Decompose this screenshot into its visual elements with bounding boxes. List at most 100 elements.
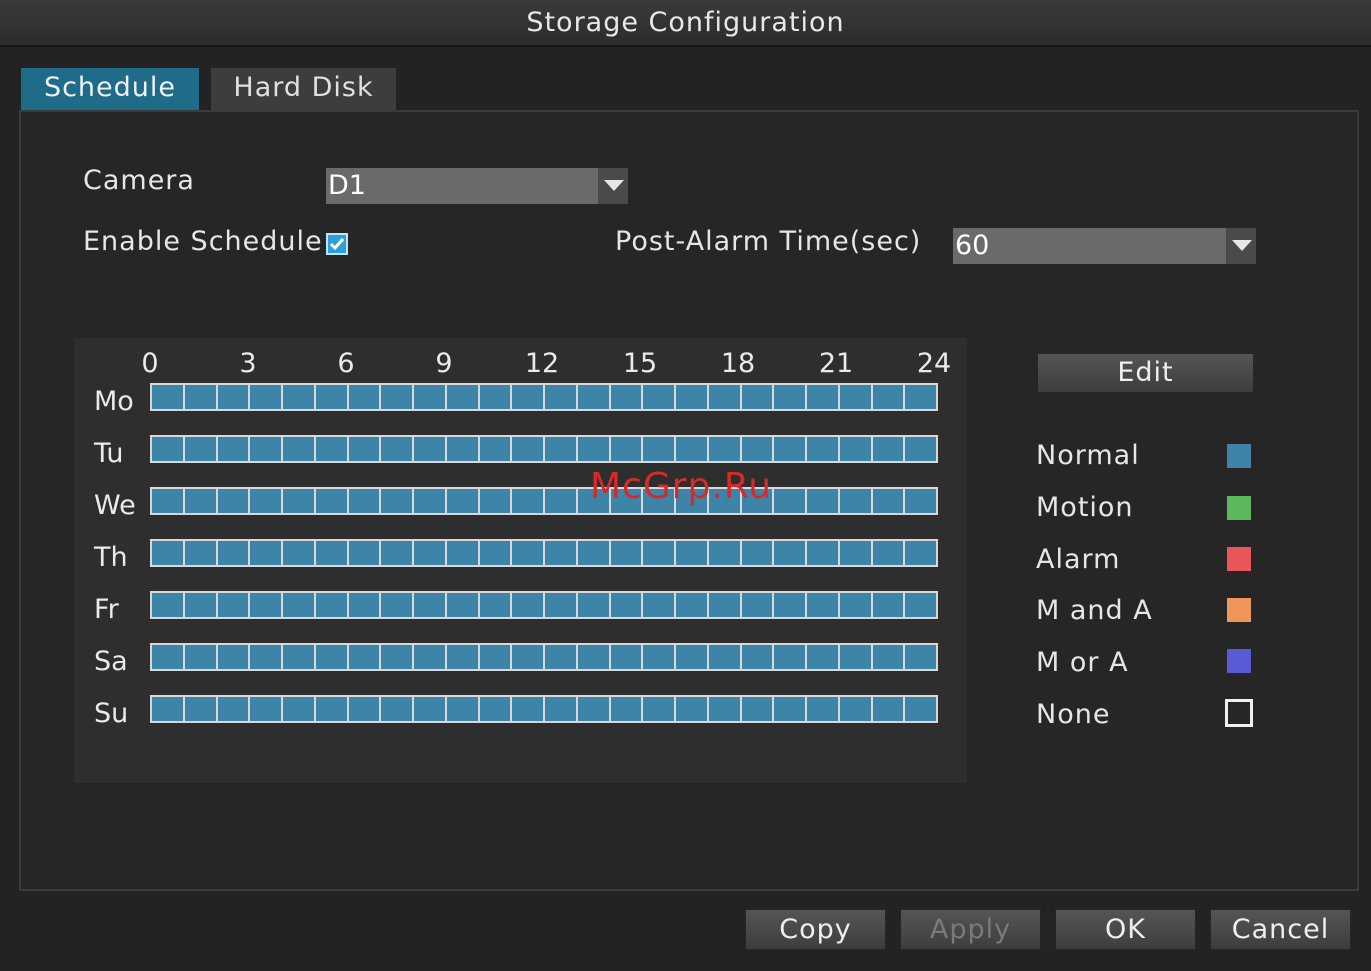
hour-cell[interactable] xyxy=(185,437,218,461)
hour-cell[interactable] xyxy=(807,697,840,721)
hour-cell[interactable] xyxy=(152,697,185,721)
hour-cell[interactable] xyxy=(381,697,414,721)
tab-hard-disk[interactable]: Hard Disk xyxy=(211,68,396,110)
hour-cell[interactable] xyxy=(578,593,611,617)
hour-cell[interactable] xyxy=(349,541,382,565)
hour-cell[interactable] xyxy=(578,437,611,461)
hour-cell[interactable] xyxy=(414,645,447,669)
hour-cell[interactable] xyxy=(447,437,480,461)
hour-cell[interactable] xyxy=(742,437,775,461)
hour-cell[interactable] xyxy=(218,437,251,461)
hour-cell[interactable] xyxy=(611,541,644,565)
hour-cell[interactable] xyxy=(742,385,775,409)
hour-cell[interactable] xyxy=(873,645,906,669)
hour-cell[interactable] xyxy=(512,541,545,565)
hour-cell[interactable] xyxy=(480,489,513,513)
hour-cell[interactable] xyxy=(218,489,251,513)
hour-cell[interactable] xyxy=(447,489,480,513)
hour-cell[interactable] xyxy=(185,645,218,669)
hour-cell[interactable] xyxy=(283,541,316,565)
hour-cell[interactable] xyxy=(447,385,480,409)
hour-cell[interactable] xyxy=(512,489,545,513)
hour-cell[interactable] xyxy=(840,645,873,669)
hour-cell[interactable] xyxy=(250,437,283,461)
hour-cell[interactable] xyxy=(742,593,775,617)
hour-cell[interactable] xyxy=(905,645,936,669)
hour-cell[interactable] xyxy=(447,541,480,565)
hour-cell[interactable] xyxy=(873,489,906,513)
hour-cell[interactable] xyxy=(185,489,218,513)
hour-cell[interactable] xyxy=(349,437,382,461)
hour-cell[interactable] xyxy=(250,541,283,565)
hour-cell[interactable] xyxy=(774,489,807,513)
schedule-row-tu[interactable] xyxy=(150,435,938,463)
hour-cell[interactable] xyxy=(545,385,578,409)
hour-cell[interactable] xyxy=(774,593,807,617)
hour-cell[interactable] xyxy=(218,385,251,409)
hour-cell[interactable] xyxy=(250,489,283,513)
hour-cell[interactable] xyxy=(381,541,414,565)
hour-cell[interactable] xyxy=(611,437,644,461)
hour-cell[interactable] xyxy=(774,437,807,461)
hour-cell[interactable] xyxy=(774,541,807,565)
schedule-row-th[interactable] xyxy=(150,539,938,567)
hour-cell[interactable] xyxy=(185,541,218,565)
hour-cell[interactable] xyxy=(643,697,676,721)
hour-cell[interactable] xyxy=(840,385,873,409)
hour-cell[interactable] xyxy=(480,645,513,669)
hour-cell[interactable] xyxy=(873,697,906,721)
hour-cell[interactable] xyxy=(283,489,316,513)
hour-cell[interactable] xyxy=(709,437,742,461)
hour-cell[interactable] xyxy=(218,541,251,565)
hour-cell[interactable] xyxy=(414,593,447,617)
hour-cell[interactable] xyxy=(643,593,676,617)
hour-cell[interactable] xyxy=(643,541,676,565)
hour-cell[interactable] xyxy=(316,697,349,721)
hour-cell[interactable] xyxy=(316,385,349,409)
hour-cell[interactable] xyxy=(807,437,840,461)
hour-cell[interactable] xyxy=(283,593,316,617)
hour-cell[interactable] xyxy=(218,593,251,617)
hour-cell[interactable] xyxy=(807,645,840,669)
camera-select[interactable]: D1 xyxy=(326,168,628,204)
hour-cell[interactable] xyxy=(316,645,349,669)
hour-cell[interactable] xyxy=(905,697,936,721)
hour-cell[interactable] xyxy=(414,437,447,461)
hour-cell[interactable] xyxy=(545,541,578,565)
hour-cell[interactable] xyxy=(742,541,775,565)
hour-cell[interactable] xyxy=(381,385,414,409)
hour-cell[interactable] xyxy=(676,541,709,565)
hour-cell[interactable] xyxy=(316,593,349,617)
hour-cell[interactable] xyxy=(349,385,382,409)
hour-cell[interactable] xyxy=(152,593,185,617)
hour-cell[interactable] xyxy=(905,385,936,409)
hour-cell[interactable] xyxy=(774,385,807,409)
hour-cell[interactable] xyxy=(709,541,742,565)
hour-cell[interactable] xyxy=(742,645,775,669)
hour-cell[interactable] xyxy=(414,489,447,513)
hour-cell[interactable] xyxy=(873,437,906,461)
hour-cell[interactable] xyxy=(611,385,644,409)
tab-schedule[interactable]: Schedule xyxy=(21,68,199,110)
hour-cell[interactable] xyxy=(643,385,676,409)
hour-cell[interactable] xyxy=(152,489,185,513)
hour-cell[interactable] xyxy=(545,645,578,669)
hour-cell[interactable] xyxy=(283,437,316,461)
schedule-row-mo[interactable] xyxy=(150,383,938,411)
hour-cell[interactable] xyxy=(676,697,709,721)
hour-cell[interactable] xyxy=(316,541,349,565)
hour-cell[interactable] xyxy=(381,645,414,669)
ok-button[interactable]: OK xyxy=(1055,909,1196,950)
hour-cell[interactable] xyxy=(840,593,873,617)
hour-cell[interactable] xyxy=(905,437,936,461)
hour-cell[interactable] xyxy=(709,593,742,617)
hour-cell[interactable] xyxy=(152,645,185,669)
hour-cell[interactable] xyxy=(480,437,513,461)
hour-cell[interactable] xyxy=(807,541,840,565)
hour-cell[interactable] xyxy=(185,593,218,617)
hour-cell[interactable] xyxy=(480,385,513,409)
hour-cell[interactable] xyxy=(512,697,545,721)
hour-cell[interactable] xyxy=(905,541,936,565)
edit-button[interactable]: Edit xyxy=(1037,353,1254,393)
hour-cell[interactable] xyxy=(840,489,873,513)
